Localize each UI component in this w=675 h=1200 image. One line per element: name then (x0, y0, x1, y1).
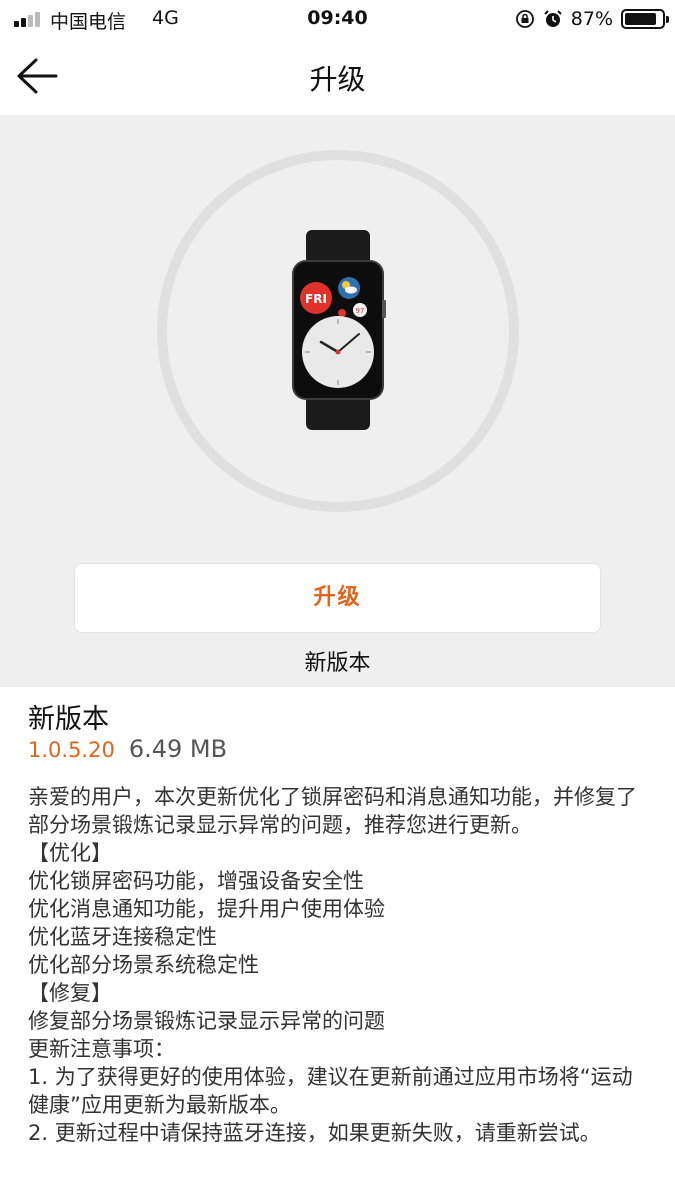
status-right: 87% (515, 6, 669, 32)
smartwatch-image: FRI 97 (292, 230, 386, 430)
note-line: 优化蓝牙连接稳定性 (28, 925, 217, 949)
section-title: 新版本 (28, 704, 109, 735)
version-number: 1.0.5.20 (28, 738, 115, 762)
note-line: 更新注意事项： (28, 1037, 175, 1061)
battery-percent: 87% (570, 8, 613, 30)
new-version-caption: 新版本 (304, 651, 371, 676)
note-line: 优化部分场景系统稳定性 (28, 953, 259, 977)
note-line: 2. 更新过程中请保持蓝牙连接，如果更新失败，请重新尝试。 (28, 1121, 601, 1145)
upgrade-button[interactable]: 升级 (74, 563, 601, 633)
orientation-lock-icon (515, 10, 534, 28)
file-size: 6.49 MB (128, 735, 228, 763)
battery-fill (625, 13, 657, 25)
release-notes: 亲爱的用户，本次更新优化了锁屏密码和消息通知功能，并修复了部分场景锻炼记录显示异… (28, 783, 653, 1147)
note-line: 亲爱的用户，本次更新优化了锁屏密码和消息通知功能，并修复了部分场景锻炼记录显示异… (28, 785, 637, 837)
note-line: 【优化】 (28, 841, 112, 865)
watch-badge: 97 (356, 307, 365, 315)
note-line: 1. 为了获得更好的使用体验，建议在更新前通过应用市场将“运动健康”应用更新为最… (28, 1065, 633, 1117)
page-title: 升级 (309, 63, 366, 96)
battery-icon (621, 9, 669, 29)
alarm-icon (544, 10, 562, 27)
release-notes-section: 新版本 1.0.5.20 6.49 MB 亲爱的用户，本次更新优化了锁屏密码和消… (0, 687, 675, 1200)
nav-bar: 升级 (0, 38, 675, 115)
hero-section: FRI 97 升级 新版本 (0, 115, 675, 687)
note-line: 修复部分场景锻炼记录显示异常的问题 (28, 1009, 385, 1033)
status-bar: 中国电信 4G 09:40 87% (0, 0, 675, 38)
note-line: 优化消息通知功能，提升用户使用体验 (28, 897, 385, 921)
note-line: 优化锁屏密码功能，增强设备安全性 (28, 869, 364, 893)
note-line: 【修复】 (28, 981, 112, 1005)
watch-day: FRI (305, 292, 327, 306)
version-row: 1.0.5.20 6.49 MB (28, 735, 227, 763)
